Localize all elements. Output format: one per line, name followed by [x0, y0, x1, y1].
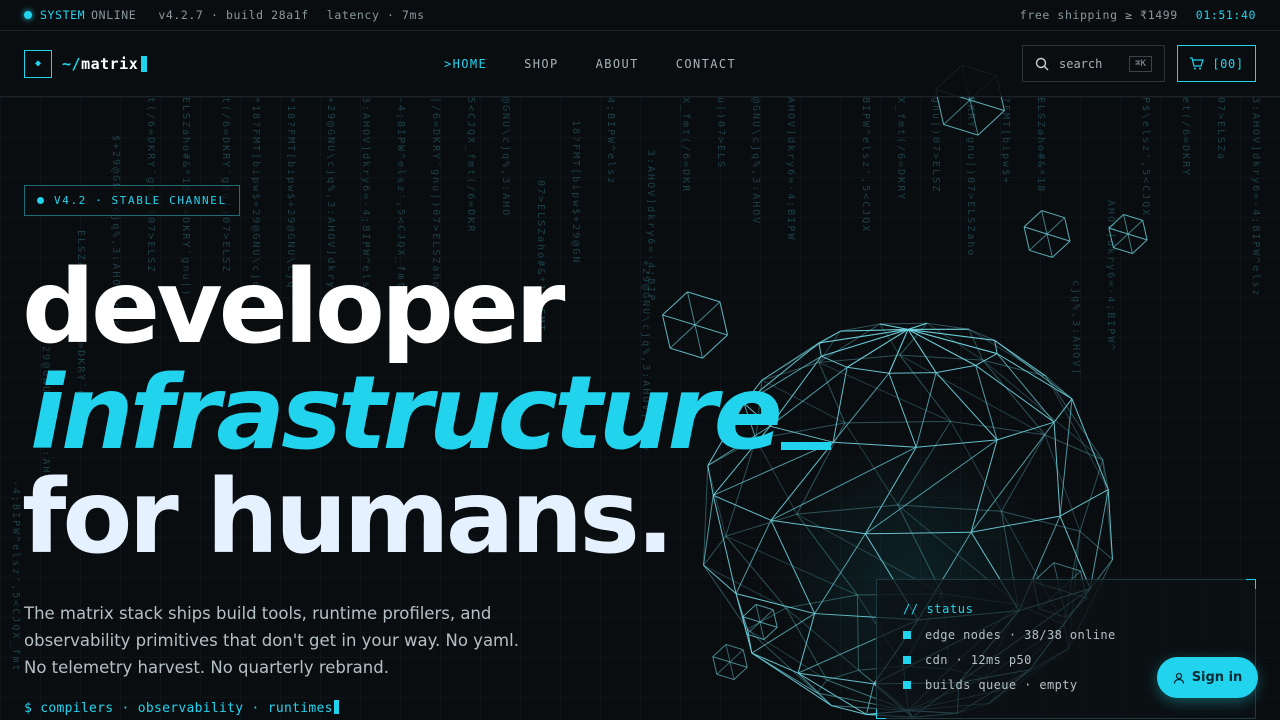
- headline-line-3: for humans.: [22, 458, 675, 577]
- cursor-block-icon: [141, 55, 148, 72]
- status-square-icon: [903, 631, 911, 639]
- nav-home[interactable]: >HOME: [444, 57, 487, 71]
- rain-column: AHOV]dkry6=-4;BIPW: [785, 97, 796, 242]
- rain-column: cjq%,3:AHOV]: [1070, 280, 1081, 377]
- rain-column: @GNU\cjq%,3:AHO: [500, 97, 511, 218]
- nav-contact[interactable]: CONTACT: [676, 57, 736, 71]
- rain-column: X_fmt(/6=DKR: [680, 97, 691, 194]
- rain-column: AHOV]dkry6=-4;BIPW^: [1105, 200, 1116, 353]
- underscore-cursor-icon: [780, 442, 831, 450]
- rain-column: X_fmt(/6=DKRY: [895, 97, 906, 202]
- shipping-note: free shipping ≥ ₹1499: [1019, 8, 1178, 22]
- status-row-text: cdn · 12ms p50: [925, 653, 1032, 667]
- cart-button[interactable]: [00]: [1177, 45, 1256, 82]
- system-status-bar: SYSTEM ONLINE v4.2.7 · build 28a1f laten…: [0, 0, 1280, 31]
- online-label: ONLINE: [91, 8, 137, 22]
- search-box[interactable]: search ⌘K: [1022, 45, 1165, 82]
- status-row: edge nodes · 38/38 online: [903, 628, 1229, 642]
- user-icon: [1173, 672, 1184, 684]
- rain-column: ELSZaho#&*18: [1035, 97, 1046, 194]
- panel-corner: [1246, 579, 1256, 589]
- status-row-text: builds queue · empty: [925, 678, 1078, 692]
- status-square-icon: [903, 681, 911, 689]
- rain-column: -4;BIPW^elsz',5<CJQX_fmt: [10, 480, 21, 673]
- badge-label: V4.2 · STABLE CHANNEL: [54, 194, 227, 207]
- terminal-prompt: $ compilers · observability · runtimes: [24, 700, 339, 716]
- clock: 01:51:40: [1195, 8, 1256, 22]
- rain-column: 4;BIPW^elsz: [605, 97, 616, 186]
- rain-column: 07>ELSZa: [1215, 97, 1226, 162]
- system-label: SYSTEM: [40, 8, 86, 22]
- rain-column: DKRY`gnu|)07>ELSZaho: [965, 97, 976, 258]
- headline-line-2-text: infrastructure: [30, 354, 783, 473]
- headline-line-1: developer: [22, 248, 565, 367]
- logo[interactable]: ◆ ~/matrix: [24, 49, 148, 78]
- badge-dot-icon: [37, 197, 44, 204]
- status-panel: // status edge nodes · 38/38 online cdn …: [876, 579, 1256, 719]
- sign-in-label: Sign in: [1191, 670, 1243, 685]
- build-version: v4.2.7 · build 28a1f: [158, 8, 309, 22]
- cart-count: [00]: [1212, 56, 1244, 71]
- cart-icon: [1190, 57, 1205, 70]
- main-nav: >HOME SHOP ABOUT CONTACT: [444, 31, 773, 97]
- nav-shop[interactable]: SHOP: [524, 57, 559, 71]
- rain-column: 18?FMT[bipw$+29@GN: [570, 120, 581, 265]
- logo-name: matrix: [81, 54, 139, 73]
- logo-diamond-icon: ◆: [24, 49, 52, 78]
- hero-description: The matrix stack ships build tools, runt…: [24, 604, 519, 677]
- site-header: ◆ ~/matrix >HOME SHOP ABOUT CONTACT sear…: [0, 31, 1280, 97]
- rain-column: et(/6=DKRY: [1180, 97, 1191, 178]
- rain-column: BIPW^elsz',5<CJQX: [860, 97, 871, 234]
- rain-column: 5<CJQX_fmt(/6=DKR: [465, 97, 476, 234]
- headline-line-2: infrastructure: [30, 363, 831, 465]
- latency-readout: latency · 7ms: [326, 8, 425, 22]
- rain-column: P$\elsz',5<CJQX: [1140, 97, 1151, 218]
- rain-column: u|)07>ELS: [715, 97, 726, 170]
- rain-column: gnu|)07>ELSZ: [930, 97, 941, 194]
- rain-column: ?FMT[bipw$+: [1000, 97, 1011, 186]
- prompt-cursor-icon: [333, 700, 339, 714]
- release-badge: V4.2 · STABLE CHANNEL: [24, 185, 240, 216]
- status-row-text: edge nodes · 38/38 online: [925, 628, 1116, 642]
- search-placeholder: search: [1059, 56, 1103, 71]
- search-shortcut: ⌘K: [1129, 55, 1152, 72]
- panel-corner: [876, 709, 886, 719]
- status-dot-icon: [24, 11, 32, 19]
- logo-text: ~/matrix: [62, 54, 148, 73]
- search-icon: [1035, 57, 1049, 70]
- sign-in-button[interactable]: Sign in: [1157, 657, 1258, 698]
- prompt-text: $ compilers · observability · runtimes: [24, 701, 333, 716]
- rain-column: @GNU\cjq%,3:AHOV: [750, 97, 761, 226]
- status-square-icon: [903, 656, 911, 664]
- logo-tilde: ~/: [62, 54, 82, 73]
- nav-about[interactable]: ABOUT: [596, 57, 639, 71]
- status-panel-title: // status: [903, 602, 974, 616]
- rain-column: 3:AHOV]dkry6=-4;BIPW^elsz: [1250, 97, 1261, 298]
